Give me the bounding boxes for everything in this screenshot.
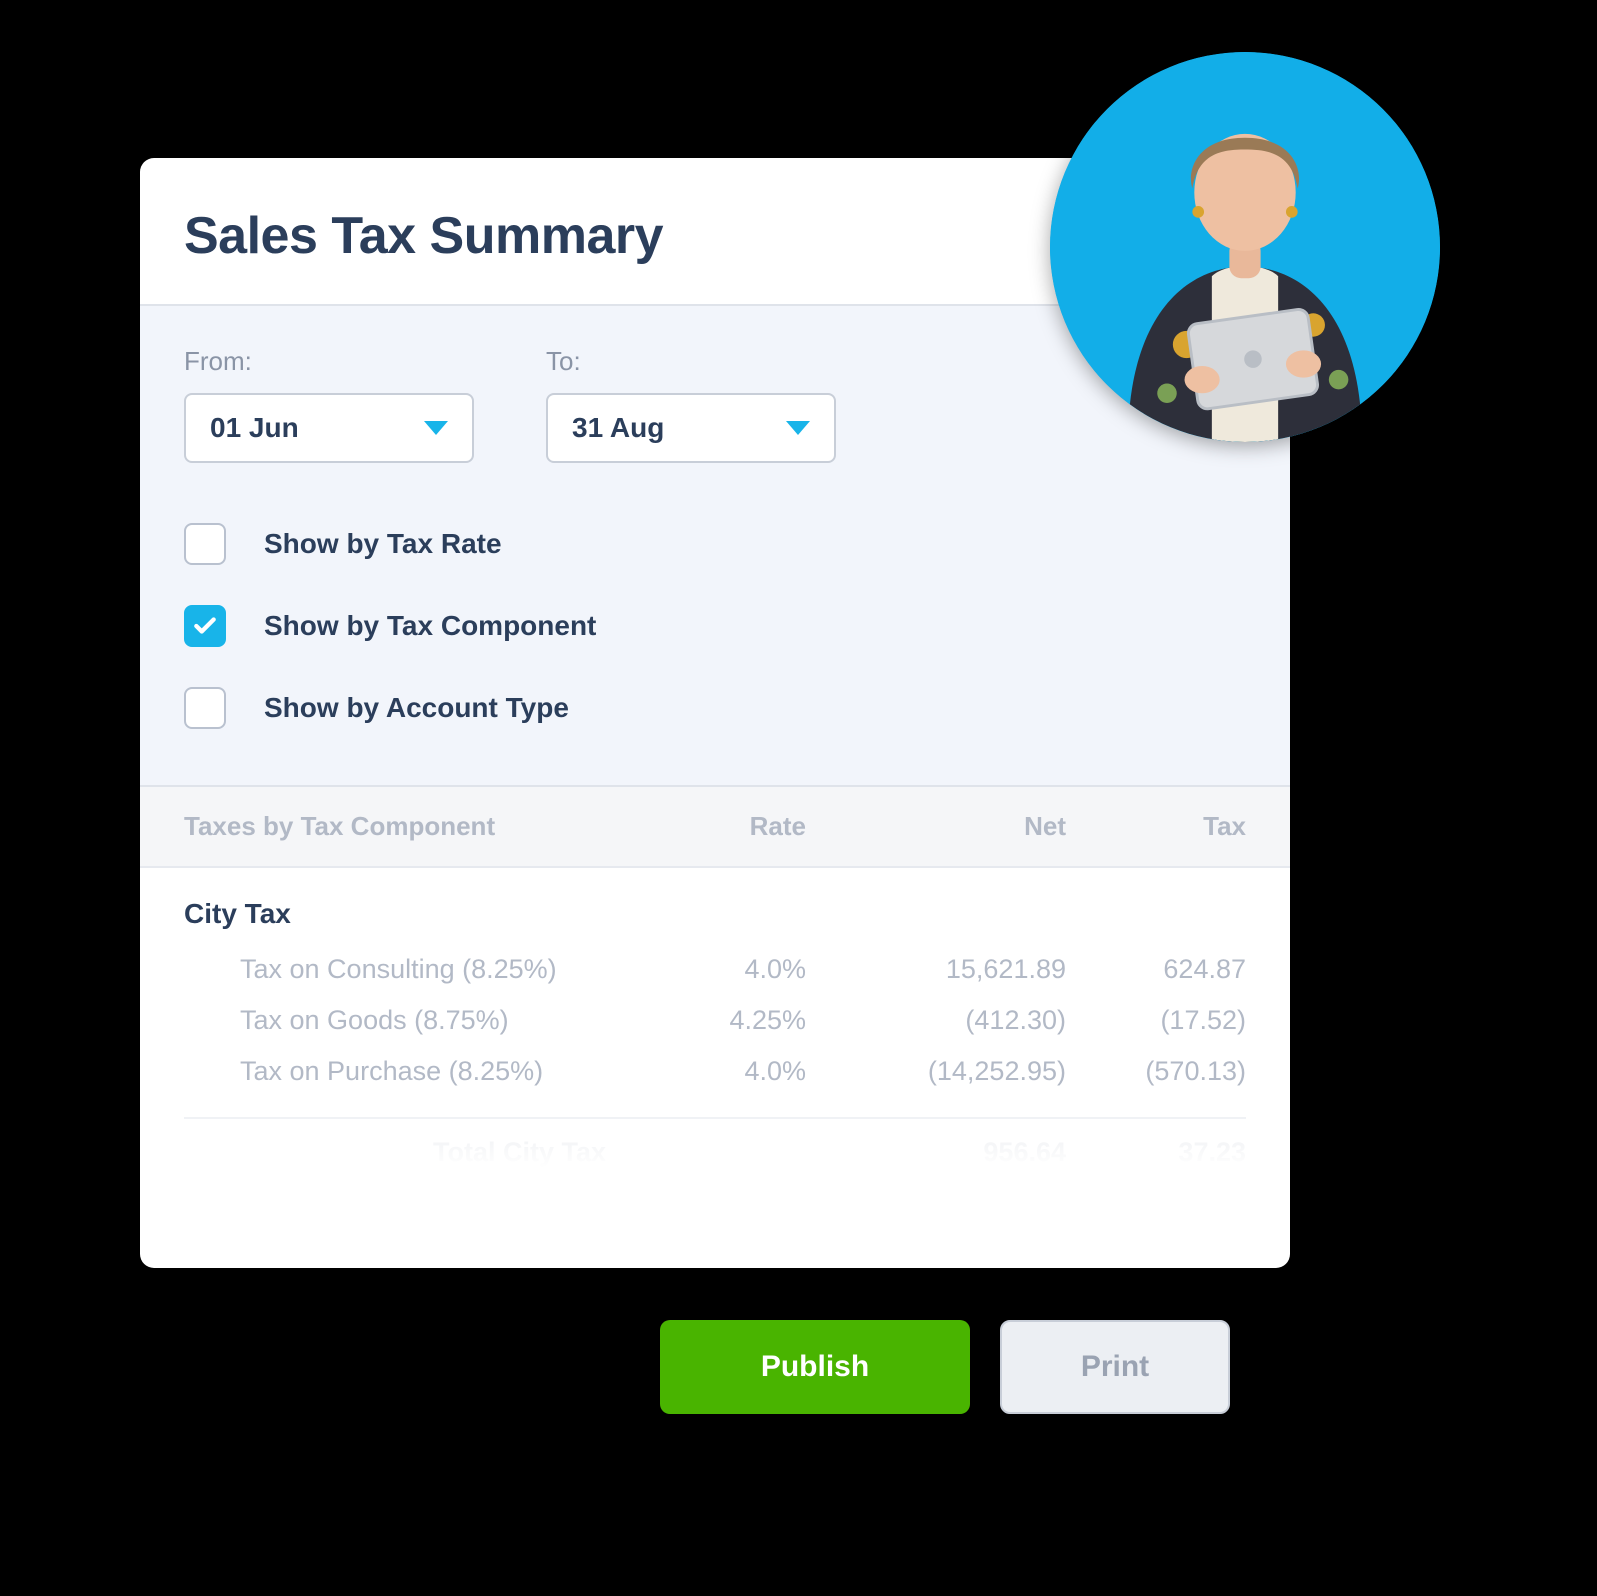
cell-rate: 4.0% <box>626 1056 806 1087</box>
table-row: Tax on Goods (8.75%) 4.25% (412.30) (17.… <box>140 995 1290 1046</box>
cell-name: Tax on Purchase (8.25%) <box>184 1056 626 1087</box>
col-header-tax: Tax <box>1066 811 1246 842</box>
from-label: From: <box>184 346 474 377</box>
checkbox-show-by-tax-component[interactable] <box>184 605 226 647</box>
total-row: Total City Tax 956.64 37.23 <box>140 1119 1290 1168</box>
from-date-select[interactable]: 01 Jun <box>184 393 474 463</box>
print-button[interactable]: Print <box>1000 1320 1230 1414</box>
table-row: Tax on Consulting (8.25%) 4.0% 15,621.89… <box>140 944 1290 995</box>
publish-button[interactable]: Publish <box>660 1320 970 1414</box>
group-title: City Tax <box>140 868 1290 944</box>
total-label: Total City Tax <box>184 1137 626 1168</box>
total-net: 956.64 <box>806 1137 1066 1168</box>
cell-rate: 4.0% <box>626 954 806 985</box>
avatar <box>1050 52 1440 442</box>
total-tax: 37.23 <box>1066 1137 1246 1168</box>
to-date-select[interactable]: 31 Aug <box>546 393 836 463</box>
col-header-net: Net <box>806 811 1066 842</box>
tax-table: Taxes by Tax Component Rate Net Tax City… <box>140 787 1290 1168</box>
to-label: To: <box>546 346 836 377</box>
person-with-tablet-icon <box>1050 52 1440 442</box>
caret-down-icon <box>424 421 448 435</box>
checkbox-show-by-tax-rate[interactable] <box>184 523 226 565</box>
checkbox-label: Show by Tax Component <box>264 610 596 642</box>
cell-tax: (17.52) <box>1066 1005 1246 1036</box>
table-row: Tax on Purchase (8.25%) 4.0% (14,252.95)… <box>140 1046 1290 1097</box>
cell-tax: (570.13) <box>1066 1056 1246 1087</box>
to-date-value: 31 Aug <box>572 412 664 444</box>
cell-name: Tax on Goods (8.75%) <box>184 1005 626 1036</box>
checkbox-label: Show by Account Type <box>264 692 569 724</box>
action-bar: Publish Print <box>660 1320 1230 1414</box>
col-header-name: Taxes by Tax Component <box>184 811 626 842</box>
cell-rate: 4.25% <box>626 1005 806 1036</box>
from-date-value: 01 Jun <box>210 412 299 444</box>
cell-net: (14,252.95) <box>806 1056 1066 1087</box>
checkbox-show-by-account-type[interactable] <box>184 687 226 729</box>
cell-net: 15,621.89 <box>806 954 1066 985</box>
table-header-row: Taxes by Tax Component Rate Net Tax <box>140 787 1290 868</box>
cell-tax: 624.87 <box>1066 954 1246 985</box>
cell-name: Tax on Consulting (8.25%) <box>184 954 626 985</box>
col-header-rate: Rate <box>626 811 806 842</box>
caret-down-icon <box>786 421 810 435</box>
cell-net: (412.30) <box>806 1005 1066 1036</box>
checkbox-label: Show by Tax Rate <box>264 528 502 560</box>
